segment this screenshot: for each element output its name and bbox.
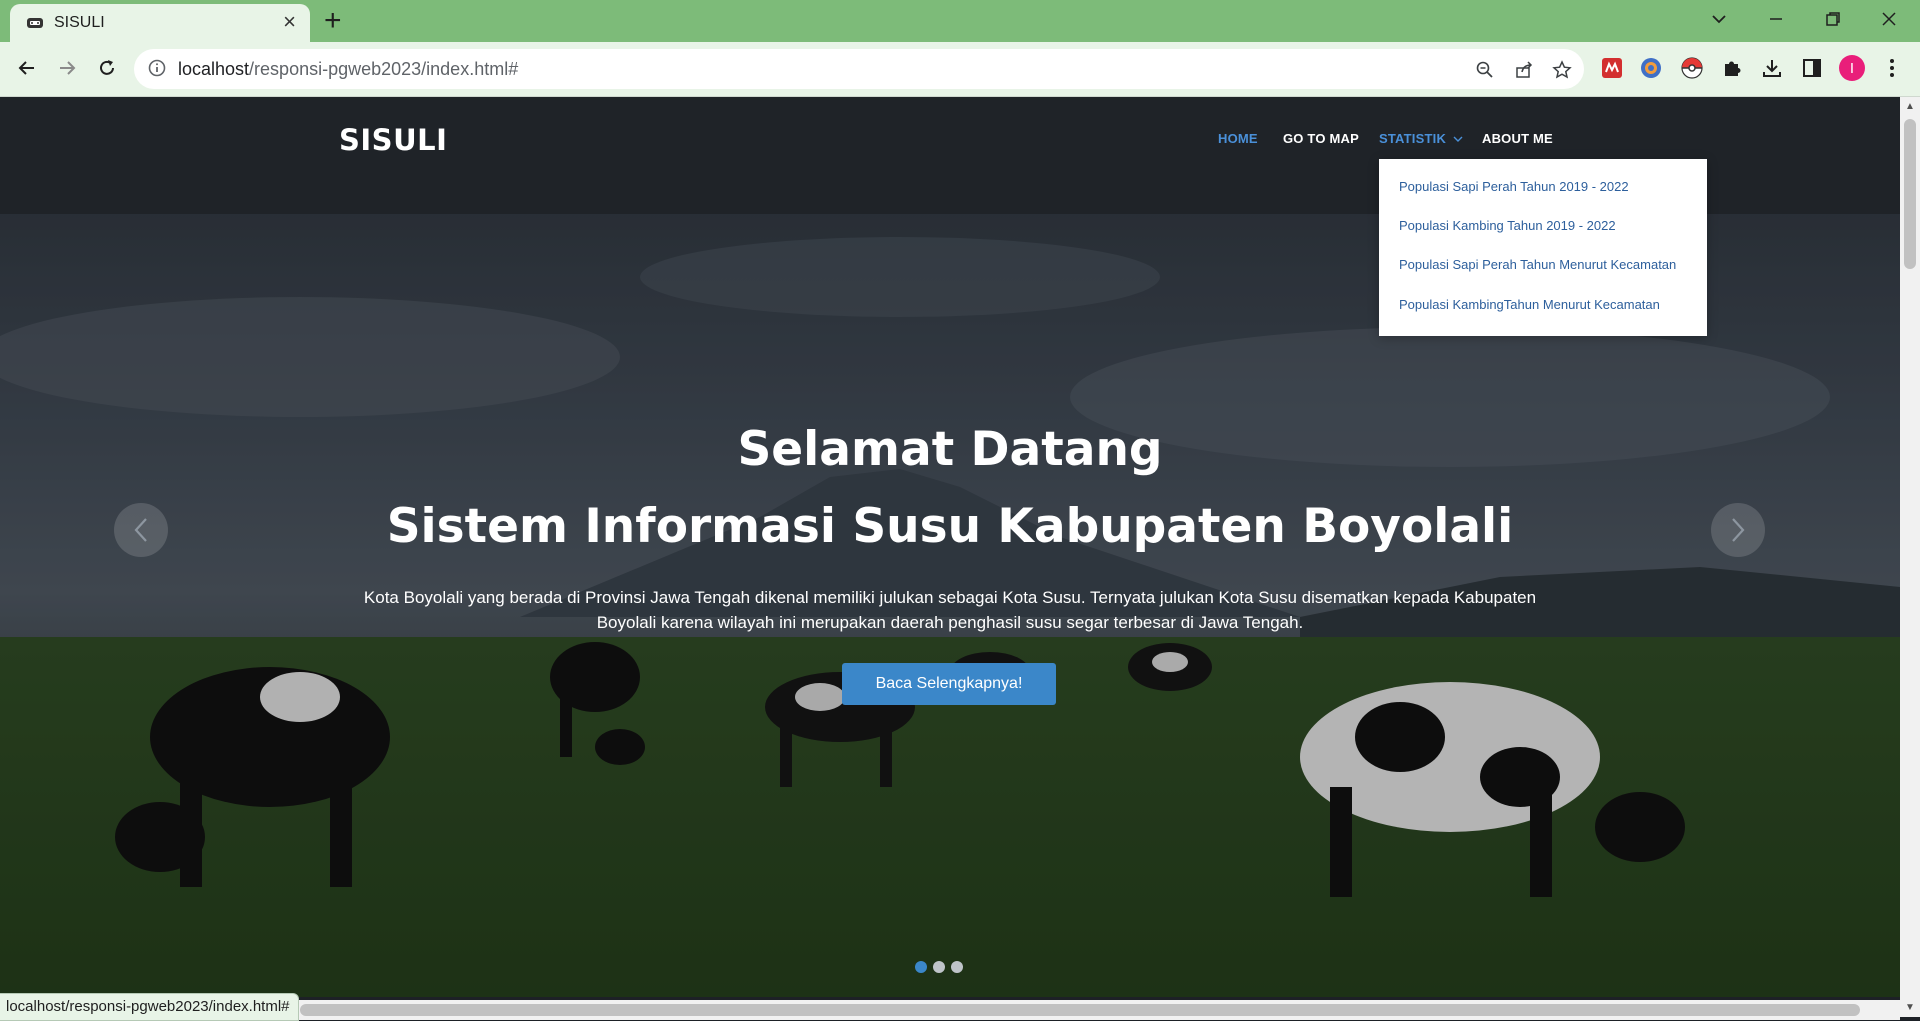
forward-button[interactable] [50,51,84,85]
tab-title: SISULI [54,14,105,31]
browser-tab[interactable]: SISULI × [10,4,310,42]
chevron-left-icon [134,518,147,542]
statistik-dropdown: Populasi Sapi Perah Tahun 2019 - 2022 Po… [1379,159,1707,336]
url-text: localhost/responsi-pgweb2023/index.html# [178,59,518,80]
chevron-right-icon [1732,518,1745,542]
url-host: localhost [178,59,250,79]
reload-icon [100,60,114,75]
extension-pokeball-icon[interactable] [1679,55,1705,81]
back-button[interactable] [10,51,44,85]
web-page: SISULI HOME GO TO MAP STATISTIK ABOUT ME… [0,97,1900,997]
nav-home[interactable]: HOME [1218,131,1258,146]
back-arrow-icon [18,61,34,75]
carousel-next-button[interactable] [1711,503,1765,557]
browser-toolbar: localhost/responsi-pgweb2023/index.html#… [0,42,1920,97]
carousel-indicator-2[interactable] [933,961,945,973]
minimize-icon[interactable] [1767,10,1785,28]
forward-arrow-icon [60,61,76,75]
read-more-button[interactable]: Baca Selengkapnya! [842,663,1056,705]
side-panel-icon[interactable] [1799,55,1825,81]
hero-subtitle: Sistem Informasi Susu Kabupaten Boyolali [386,499,1514,554]
dropdown-item-kambing-kecamatan[interactable]: Populasi KambingTahun Menurut Kecamatan [1399,297,1660,312]
download-icon[interactable] [1759,55,1785,81]
scroll-down-arrow-icon[interactable]: ▼ [1905,1002,1915,1013]
restore-icon[interactable] [1824,10,1842,28]
carousel-prev-button[interactable] [114,503,168,557]
carousel-indicator-3[interactable] [951,961,963,973]
vertical-scrollbar[interactable]: ▲ ▼ [1900,97,1920,1017]
dropdown-item-sapi-tahun[interactable]: Populasi Sapi Perah Tahun 2019 - 2022 [1399,179,1629,194]
bookmark-star-icon[interactable] [1550,58,1574,82]
extension-shield-icon[interactable] [1638,55,1664,81]
nav-statistik[interactable]: STATISTIK [1379,131,1463,146]
scroll-up-arrow-icon[interactable]: ▲ [1905,101,1915,112]
profile-avatar[interactable]: I [1839,55,1865,81]
close-window-icon[interactable] [1880,10,1898,28]
profile-initial: I [1839,55,1865,81]
carousel-indicator-1[interactable] [915,961,927,973]
address-bar[interactable]: localhost/responsi-pgweb2023/index.html# [134,49,1584,89]
url-path: /responsi-pgweb2023/index.html# [249,59,519,79]
tab-search-chevron-icon[interactable] [1710,10,1728,28]
zoom-icon[interactable] [1473,58,1497,82]
extensions-puzzle-icon[interactable] [1719,55,1745,81]
new-tab-button[interactable]: + [324,6,342,36]
horizontal-scroll-thumb[interactable] [300,1004,1860,1016]
tab-strip: SISULI × + [0,0,1920,42]
share-icon[interactable] [1512,58,1536,82]
chevron-down-icon [1453,136,1463,142]
hero-title: Selamat Datang [737,422,1163,477]
dropdown-item-sapi-kecamatan[interactable]: Populasi Sapi Perah Tahun Menurut Kecama… [1399,257,1676,272]
brand-logo[interactable]: SISULI [339,123,447,157]
nav-go-to-map[interactable]: GO TO MAP [1283,131,1359,146]
cow-favicon-icon [27,18,43,28]
site-info-icon[interactable] [148,59,166,77]
extension-red-icon[interactable] [1599,55,1625,81]
hero-description: Kota Boyolali yang berada di Provinsi Ja… [363,588,1537,632]
nav-about-me[interactable]: ABOUT ME [1482,131,1553,146]
browser-menu-icon[interactable] [1879,55,1905,81]
vertical-scroll-thumb[interactable] [1904,119,1916,269]
dropdown-item-kambing-tahun[interactable]: Populasi Kambing Tahun 2019 - 2022 [1399,218,1616,233]
tab-close-icon[interactable]: × [283,11,296,33]
nav-statistik-label: STATISTIK [1379,131,1447,146]
status-bar-url: localhost/responsi-pgweb2023/index.html# [0,993,299,1021]
reload-button[interactable] [90,51,124,85]
